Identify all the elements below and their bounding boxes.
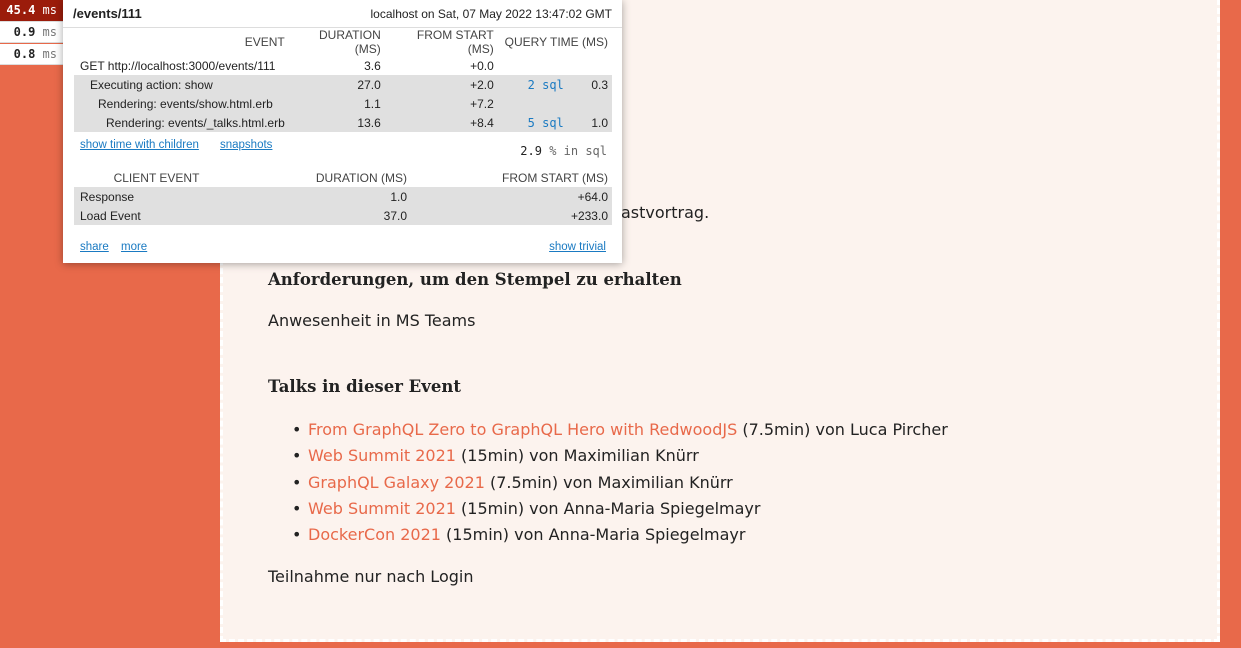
talks-heading: Talks in dieser Event [268,377,461,396]
talk-item: From GraphQL Zero to GraphQL Hero with R… [268,417,948,443]
profiler-date: localhost on Sat, 07 May 2022 13:47:02 G… [370,7,612,21]
talks-list: From GraphQL Zero to GraphQL Hero with R… [268,417,948,548]
event-query-time [567,94,612,113]
event-sql [498,56,568,75]
talk-link[interactable]: Web Summit 2021 [308,446,456,465]
badge-value: 0.8 [13,47,36,61]
badge-unit: ms [42,25,57,39]
talk-link[interactable]: DockerCon 2021 [308,525,441,544]
talk-link[interactable]: Web Summit 2021 [308,499,456,518]
client-timings-table: CLIENT EVENT DURATION (MS) FROM START (M… [74,168,612,225]
event-name: Executing action: show [74,75,289,94]
profiler-title: /events/111 [73,6,142,21]
talk-link[interactable]: From GraphQL Zero to GraphQL Hero with R… [308,420,737,439]
table-row: Response 1.0 +64.0 [74,187,612,206]
client-event-name: Response [74,187,239,206]
event-duration: 13.6 [288,113,385,132]
event-duration: 27.0 [288,75,385,94]
event-name: Rendering: events/show.html.erb [74,94,289,113]
requirements-heading: Anforderungen, um den Stempel zu erhalte… [268,270,682,289]
share-link[interactable]: share [80,241,109,253]
event-name: Rendering: events/_talks.html.erb [74,113,289,132]
event-duration: 1.1 [288,94,385,113]
client-event-name: Load Event [74,206,239,225]
profiler-header: /events/111 localhost on Sat, 07 May 202… [63,0,622,28]
talk-meta: (7.5min) von Luca Pircher [737,420,948,439]
event-from-start: +0.0 [470,58,494,73]
event-query-time: 0.3 [567,75,612,94]
badge-value: 45.4 [6,3,36,17]
description-fragment: astvortrag. [621,203,710,222]
talk-meta: (15min) von Anna-Maria Spiegelmayr [455,498,761,518]
col-client-from-start: FROM START (MS) [502,170,608,185]
server-timings-table: EVENT DURATION (MS) FROM START (MS) QUER… [74,28,612,132]
profiler-badge[interactable]: 0.8 ms [0,44,63,65]
talk-item: GraphQL Galaxy 2021 (7.5min) von Maximil… [268,470,948,496]
more-link[interactable]: more [121,241,147,253]
event-sql [497,94,568,113]
talk-meta: (15min) von Anna-Maria Spiegelmayr [440,525,746,545]
talk-meta: (7.5min) von Maximilian Knürr [484,472,733,492]
table-row: GET http://localhost:3000/events/111 3.6… [74,56,612,75]
col-event: EVENT [244,35,285,49]
table-row: Rendering: events/show.html.erb 1.1 +7.2 [74,94,612,113]
event-query-time [568,56,612,75]
event-query-time: 1.0 [567,113,612,132]
sql-percentage: 2.9 % in sql [520,144,607,158]
profiler-popup: /events/111 localhost on Sat, 07 May 202… [63,0,622,263]
profiler-badge-active[interactable]: 45.4 ms [0,0,63,22]
badge-unit: ms [42,3,57,17]
snapshots-link[interactable]: snapshots [220,139,272,151]
talk-link[interactable]: GraphQL Galaxy 2021 [308,473,485,492]
sql-percent-value: 2.9 [520,144,542,158]
show-children-link[interactable]: show time with children [80,139,199,151]
event-from-start: +8.4 [384,113,498,132]
col-query-time: QUERY TIME (MS) [504,35,608,49]
col-client-duration: DURATION (MS) [315,170,407,185]
badge-value: 0.9 [13,25,36,39]
table-row: Load Event 37.0 +233.0 [74,206,612,225]
profiler-badge[interactable]: 0.9 ms [0,22,63,43]
client-event-duration: 37.0 [239,206,411,225]
login-note: Teilnahme nur nach Login [268,567,474,586]
sql-link[interactable]: 2 sql [528,78,564,92]
sql-percent-label: % in sql [549,144,607,158]
sql-link[interactable]: 5 sql [528,116,564,130]
table-row: Rendering: events/_talks.html.erb 13.6 +… [74,113,612,132]
badge-unit: ms [42,47,57,61]
requirements-text: Anwesenheit in MS Teams [268,311,476,330]
event-duration: 3.6 [364,58,381,73]
client-event-from-start: +64.0 [411,187,612,206]
client-event-from-start: +233.0 [411,206,612,225]
talk-meta: (15min) von Maximilian Knürr [455,446,699,466]
talk-item: Web Summit 2021 (15min) von Maximilian K… [268,443,948,469]
client-event-duration: 1.0 [239,187,411,206]
talk-item: Web Summit 2021 (15min) von Anna-Maria S… [268,496,948,522]
event-from-start: +7.2 [384,94,498,113]
col-from-start: FROM START (MS) [416,28,494,56]
col-client-event: CLIENT EVENT [113,170,200,185]
show-trivial-link[interactable]: show trivial [549,241,606,253]
event-name: GET http://localhost:3000/events/111 [80,58,276,73]
talk-item: DockerCon 2021 (15min) von Anna-Maria Sp… [268,522,948,548]
event-from-start: +2.0 [384,75,498,94]
table-row: Executing action: show 27.0 +2.0 2 sql 0… [74,75,612,94]
col-duration: DURATION (MS) [318,28,381,56]
